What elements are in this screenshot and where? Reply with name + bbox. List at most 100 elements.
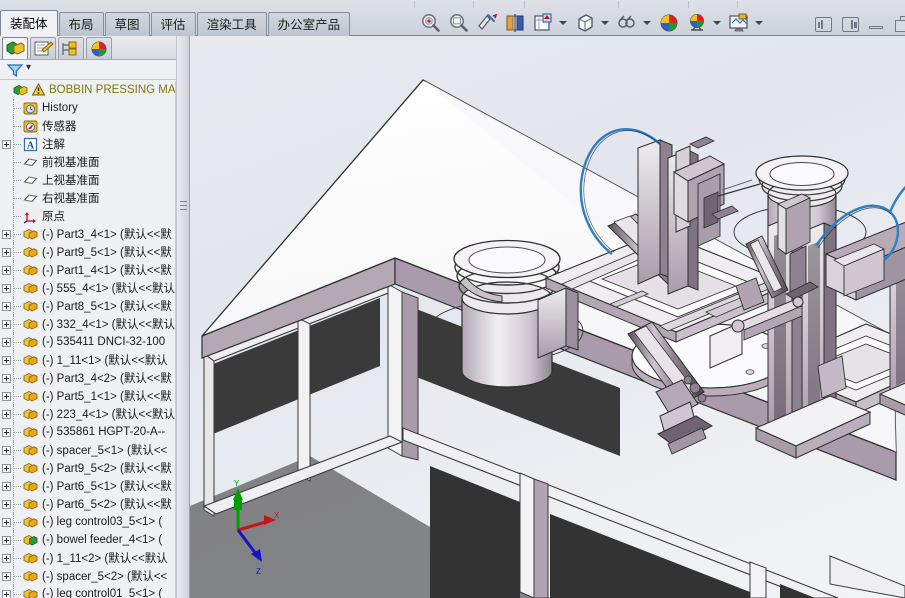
expand-toggle-icon[interactable] — [2, 247, 11, 257]
minimize-button[interactable] — [869, 17, 883, 31]
expand-toggle-icon[interactable] — [2, 373, 11, 383]
tree-item-15[interactable]: (-) 1_11<1> (默认<<默认 — [0, 351, 175, 369]
tree-item-3[interactable]: A 注解 — [0, 135, 175, 153]
expand-toggle-icon[interactable] — [2, 517, 11, 527]
graphics-viewport[interactable]: Y X Z — [190, 36, 905, 598]
tree-item-19[interactable]: (-) 535861 HGPT-20-A-- — [0, 423, 175, 441]
expand-toggle-icon[interactable] — [2, 427, 11, 437]
expand-toggle-icon[interactable] — [2, 301, 11, 311]
tree-item-9[interactable]: (-) Part9_5<1> (默认<<默 — [0, 243, 175, 261]
tree-item-4[interactable]: 前视基准面 — [0, 153, 175, 171]
tree-item-10[interactable]: (-) Part1_4<1> (默认<<默 — [0, 261, 175, 279]
expand-toggle-icon[interactable] — [2, 409, 11, 419]
tree-item-label: (-) Part5_1<1> (默认<<默 — [42, 391, 172, 403]
zoom-to-fit-icon[interactable] — [418, 11, 444, 35]
tree-item-17[interactable]: (-) Part5_1<1> (默认<<默 — [0, 387, 175, 405]
expand-toggle-icon[interactable] — [2, 535, 11, 545]
view-settings-dropdown[interactable] — [754, 11, 763, 35]
feature-tree[interactable]: BOBBIN PRESSING MAC History 传感器 A 注解 前视基准面 上视基… — [0, 81, 175, 598]
expand-toggle-icon[interactable] — [2, 481, 11, 491]
tree-item-12[interactable]: (-) Part8_5<1> (默认<<默 — [0, 297, 175, 315]
view-toolbar — [418, 10, 768, 36]
view-orientation-dropdown[interactable] — [558, 11, 567, 35]
part-icon — [23, 479, 38, 494]
expand-toggle-icon[interactable] — [2, 229, 11, 239]
tree-connector — [13, 297, 23, 315]
tree-item-21[interactable]: (-) Part9_5<2> (默认<<默 — [0, 459, 175, 477]
expand-toggle-icon[interactable] — [2, 283, 11, 293]
tree-item-13[interactable]: (-) 332_4<1> (默认<<默认 — [0, 315, 175, 333]
tree-item-28[interactable]: (-) leg control01_5<1> ( — [0, 585, 175, 598]
tree-item-label: 传感器 — [42, 121, 77, 133]
expand-toggle-icon[interactable] — [2, 499, 11, 509]
subassembly-icon — [23, 533, 38, 548]
tree-item-5[interactable]: 上视基准面 — [0, 171, 175, 189]
expand-toggle-icon[interactable] — [2, 319, 11, 329]
warning-icon — [31, 82, 46, 98]
display-manager-tab[interactable] — [86, 37, 112, 59]
expand-toggle-icon[interactable] — [2, 391, 11, 401]
tree-item-20[interactable]: (-) spacer_5<1> (默认<< — [0, 441, 175, 459]
expand-toggle-icon[interactable] — [2, 265, 11, 275]
tree-item-18[interactable]: (-) 223_4<1> (默认<<默认 — [0, 405, 175, 423]
tree-item-26[interactable]: (-) 1_11<2> (默认<<默认 — [0, 549, 175, 567]
property-manager-tab[interactable] — [30, 37, 56, 59]
tree-item-7[interactable]: 原点 — [0, 207, 175, 225]
display-style-dropdown[interactable] — [600, 11, 609, 35]
filter-dropdown-caret[interactable]: ▾ — [26, 62, 31, 73]
tree-item-16[interactable]: (-) Part3_4<2> (默认<<默 — [0, 369, 175, 387]
expand-toggle-icon[interactable] — [2, 553, 11, 563]
hide-show-items-dropdown[interactable] — [642, 11, 651, 35]
tab-assembly[interactable]: 装配体 — [0, 10, 58, 36]
apply-scene-icon[interactable] — [684, 11, 710, 35]
zoom-to-area-icon[interactable] — [446, 11, 472, 35]
edit-appearance-icon[interactable] — [656, 11, 682, 35]
expand-toggle-icon[interactable] — [2, 571, 11, 581]
tree-connector — [13, 459, 23, 477]
tree-connector — [13, 153, 23, 171]
tab-evaluate[interactable]: 评估 — [150, 12, 196, 36]
apply-scene-dropdown[interactable] — [712, 11, 721, 35]
tab-sketch[interactable]: 草图 — [104, 12, 150, 36]
tree-item-23[interactable]: (-) Part6_5<2> (默认<<默 — [0, 495, 175, 513]
expand-toggle-icon[interactable] — [2, 139, 11, 149]
part-icon — [23, 515, 38, 530]
tree-item-6[interactable]: 右视基准面 — [0, 189, 175, 207]
tree-item-11[interactable]: (-) 555_4<1> (默认<<默认 — [0, 279, 175, 297]
expand-toggle-icon[interactable] — [2, 445, 11, 455]
expand-toggle-icon[interactable] — [2, 355, 11, 365]
origin-icon — [23, 209, 38, 224]
tree-item-24[interactable]: (-) leg control03_5<1> ( — [0, 513, 175, 531]
tree-item-label: (-) Part9_5<1> (默认<<默 — [42, 247, 172, 259]
expand-toggle-icon[interactable] — [2, 463, 11, 473]
restore-button[interactable] — [895, 16, 905, 32]
tree-item-25[interactable]: (-) bowel feeder_4<1> ( — [0, 531, 175, 549]
view-orientation-icon[interactable] — [530, 11, 556, 35]
tree-item-27[interactable]: (-) spacer_5<2> (默认<< — [0, 567, 175, 585]
panel-splitter[interactable] — [176, 36, 190, 598]
tab-office-products[interactable]: 办公室产品 — [267, 12, 351, 36]
tree-item-22[interactable]: (-) Part6_5<1> (默认<<默 — [0, 477, 175, 495]
zoom-to-selection-icon[interactable] — [474, 11, 500, 35]
feature-manager-tab[interactable] — [2, 37, 28, 59]
configuration-manager-tab[interactable] — [58, 37, 84, 59]
expand-toggle-icon[interactable] — [2, 337, 11, 347]
display-style-icon[interactable] — [572, 11, 598, 35]
tree-item-label: 右视基准面 — [42, 193, 100, 205]
tree-item-8[interactable]: (-) Part3_4<1> (默认<<默 — [0, 225, 175, 243]
tree-item-2[interactable]: 传感器 — [0, 117, 175, 135]
tree-connector — [13, 99, 23, 117]
hide-show-items-icon[interactable] — [614, 11, 640, 35]
tab-layout[interactable]: 布局 — [58, 12, 104, 36]
section-view-icon[interactable] — [502, 11, 528, 35]
tree-item-0[interactable]: BOBBIN PRESSING MAC — [0, 81, 175, 99]
split-viewport-left-button[interactable] — [815, 16, 832, 32]
tree-item-14[interactable]: (-) 535411 DNCI-32-100 — [0, 333, 175, 351]
tab-render-tools[interactable]: 渲染工具 — [196, 12, 267, 36]
split-viewport-right-button[interactable] — [842, 16, 859, 32]
expand-toggle-icon[interactable] — [2, 589, 11, 598]
tree-indent-spacer — [2, 158, 11, 167]
sensors-icon — [23, 119, 38, 134]
tree-item-1[interactable]: History — [0, 99, 175, 117]
view-settings-icon[interactable] — [726, 11, 752, 35]
